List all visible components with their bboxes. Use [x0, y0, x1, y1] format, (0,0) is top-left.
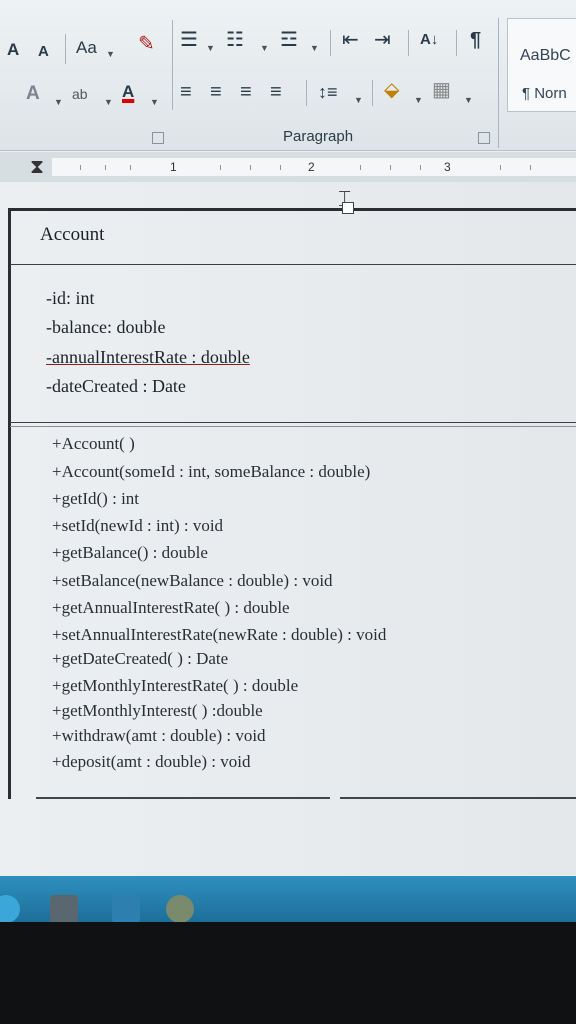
paragraph-dialog-launcher-icon[interactable]: [478, 132, 490, 144]
ruler-tick: [105, 165, 106, 170]
shrink-font-button[interactable]: A: [38, 42, 49, 62]
divider: [498, 18, 499, 148]
justify-icon[interactable]: ≡: [270, 82, 282, 102]
chevron-down-icon[interactable]: ▼: [354, 90, 363, 110]
multilevel-list-icon[interactable]: ☲: [280, 30, 298, 50]
grow-font-button[interactable]: A: [7, 40, 19, 60]
numbering-icon[interactable]: ☷: [226, 30, 244, 50]
indent-marker-icon[interactable]: ⧗: [30, 156, 44, 179]
chevron-down-icon[interactable]: ▼: [414, 90, 423, 110]
styles-gallery[interactable]: AaBbC ¶ Norn: [507, 18, 576, 112]
table-divider: [10, 426, 576, 427]
table-divider: [10, 422, 576, 423]
table-bottom-border: [340, 797, 576, 799]
chevron-down-icon[interactable]: ▼: [310, 38, 319, 58]
chevron-down-icon[interactable]: ▼: [260, 38, 269, 58]
taskbar: [0, 876, 576, 922]
ruler-tick: [360, 165, 361, 170]
style-normal[interactable]: ¶ Norn: [522, 85, 567, 102]
attribute-row: -annualInterestRate : double: [46, 347, 250, 367]
method-row: +getId() : int: [52, 489, 140, 508]
divider: [456, 30, 457, 56]
table-divider: [10, 264, 576, 265]
style-sample[interactable]: AaBbC: [520, 47, 571, 65]
class-name: Account: [40, 224, 105, 245]
method-row: +Account(someId : int, someBalance : dou…: [52, 462, 371, 481]
bullets-icon[interactable]: ☰: [180, 30, 198, 50]
browser-icon[interactable]: [166, 895, 194, 923]
ruler-tick: [130, 165, 131, 170]
method-row: +deposit(amt : double) : void: [52, 752, 251, 771]
text-effects-button[interactable]: A: [26, 84, 40, 104]
method-row: +getMonthlyInterest( ) :double: [52, 701, 263, 720]
chevron-down-icon[interactable]: ▼: [206, 38, 215, 58]
clear-format-icon[interactable]: ✎: [138, 34, 155, 54]
line-spacing-icon[interactable]: ↕≡: [318, 82, 338, 102]
chevron-down-icon[interactable]: ▼: [464, 90, 473, 110]
ruler-tick: [420, 165, 421, 170]
ruler-number: 3: [444, 160, 451, 174]
method-row: +withdraw(amt : double) : void: [52, 726, 266, 745]
increase-indent-icon[interactable]: ⇥: [374, 30, 391, 50]
table-bottom-border: [36, 797, 330, 799]
divider: [372, 80, 373, 106]
paragraph-group-label: Paragraph: [283, 128, 354, 145]
chevron-down-icon[interactable]: ▼: [150, 92, 159, 112]
borders-icon[interactable]: ▦: [432, 80, 451, 100]
screen-bezel: [0, 922, 576, 1024]
ruler-tick: [500, 165, 501, 170]
divider: [330, 30, 331, 56]
ruler-tick: [280, 165, 281, 170]
calculator-icon[interactable]: [50, 895, 78, 923]
ribbon: A A Aa ▼ ✎ A ▼ ab ▼ A ▼ ☰ ▼ ☷ ▼ ☲ ▼ ⇤ ⇥ …: [0, 0, 576, 151]
method-row: +getBalance() : double: [52, 543, 208, 562]
method-row: +setBalance(newBalance : double) : void: [52, 571, 333, 590]
ruler-tick: [80, 165, 81, 170]
shading-icon[interactable]: ⬙: [384, 80, 399, 100]
chevron-down-icon[interactable]: ▼: [106, 44, 115, 64]
ruler-tick: [220, 165, 221, 170]
ruler-number: 1: [170, 160, 177, 174]
highlight-button[interactable]: ab: [72, 84, 88, 104]
chevron-down-icon[interactable]: ▼: [54, 92, 63, 112]
method-row: +getAnnualInterestRate( ) : double: [52, 598, 290, 617]
divider: [306, 80, 307, 106]
align-center-icon[interactable]: ≡: [210, 82, 222, 102]
attribute-row: -balance: double: [46, 317, 166, 337]
attribute-row: -dateCreated : Date: [46, 376, 186, 396]
divider: [65, 34, 66, 64]
attribute-row: -id: int: [46, 288, 95, 308]
sort-button[interactable]: A↓: [420, 30, 438, 50]
divider: [172, 20, 173, 110]
font-dialog-launcher-icon[interactable]: [152, 132, 164, 144]
font-color-button[interactable]: A: [122, 82, 134, 102]
method-row: +getMonthlyInterestRate( ) : double: [52, 676, 299, 695]
method-row: +Account( ): [52, 434, 135, 453]
align-left-icon[interactable]: ≡: [180, 82, 192, 102]
show-marks-button[interactable]: ¶: [470, 30, 481, 50]
method-row: +getDateCreated( ) : Date: [52, 649, 229, 668]
decrease-indent-icon[interactable]: ⇤: [342, 30, 359, 50]
ruler-tick: [250, 165, 251, 170]
align-right-icon[interactable]: ≡: [240, 82, 252, 102]
method-row: +setId(newId : int) : void: [52, 516, 224, 535]
chevron-down-icon[interactable]: ▼: [104, 92, 113, 112]
method-row: +setAnnualInterestRate(newRate : double)…: [52, 625, 387, 644]
ruler-tick: [390, 165, 391, 170]
ruler-tick: [530, 165, 531, 170]
divider: [408, 30, 409, 56]
change-case-button[interactable]: Aa: [76, 38, 97, 58]
app-icon[interactable]: [112, 895, 140, 923]
ruler-number: 2: [308, 160, 315, 174]
table-resize-handle[interactable]: [342, 202, 354, 214]
